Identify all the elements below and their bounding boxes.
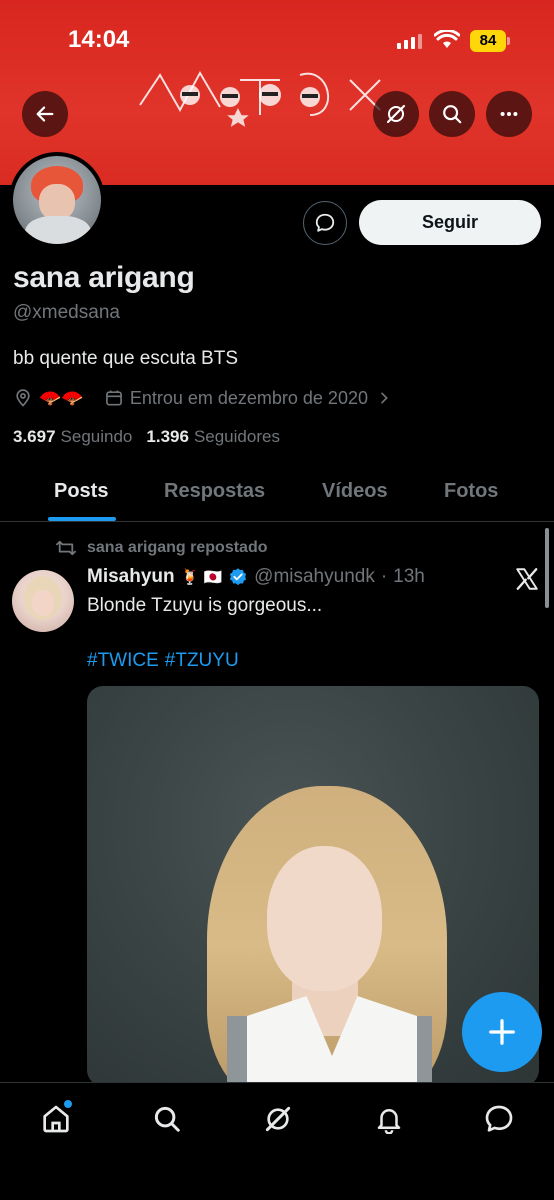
grok-icon xyxy=(265,1106,291,1132)
followers-label: Seguidores xyxy=(193,427,280,446)
hashtag-link[interactable]: #TZUYU xyxy=(165,650,239,672)
profile-bio: bb quente que escuta BTS xyxy=(13,348,238,369)
bottom-navigation xyxy=(0,1082,554,1200)
profile-handle: @xmedsana xyxy=(13,302,120,323)
calendar-icon xyxy=(105,390,122,406)
location-text: 🪭🪭 xyxy=(39,387,84,408)
tab-photos[interactable]: Fotos xyxy=(444,480,498,503)
cellular-signal-icon xyxy=(397,34,422,49)
post-text: Blonde Tzuyu is gorgeous... xyxy=(87,595,323,616)
arrow-left-icon xyxy=(36,106,54,122)
notification-dot xyxy=(63,1099,73,1109)
banner-artwork xyxy=(139,70,381,127)
nav-messages[interactable] xyxy=(479,1099,519,1139)
verified-badge-icon xyxy=(230,568,247,586)
status-bar: 14:04 84 xyxy=(0,0,554,60)
message-bubble-icon xyxy=(315,213,335,232)
message-icon xyxy=(485,1105,513,1132)
status-time: 14:04 xyxy=(68,26,130,53)
nav-search[interactable] xyxy=(147,1099,187,1139)
repost-label: sana arigang repostado xyxy=(87,539,268,556)
nav-grok[interactable] xyxy=(258,1099,298,1139)
post-timestamp[interactable]: 13h xyxy=(393,566,425,588)
more-horizontal-icon xyxy=(500,111,518,117)
profile-meta: 🪭🪭 Entrou em dezembro de 2020 xyxy=(13,385,392,411)
nav-home[interactable] xyxy=(36,1099,76,1139)
profile-tabs: Posts Respostas Vídeos Fotos xyxy=(0,462,554,522)
followers-count: 1.396 xyxy=(146,427,189,446)
battery-indicator: 84 xyxy=(470,30,510,52)
grok-icon xyxy=(386,104,406,124)
repost-indicator: sana arigang repostado xyxy=(55,539,268,557)
following-label: Seguindo xyxy=(60,427,133,446)
post-author-avatar[interactable] xyxy=(12,570,74,632)
follow-button[interactable]: Seguir xyxy=(359,200,541,245)
following-link[interactable]: 3.697 Seguindo xyxy=(13,427,132,447)
tab-posts[interactable]: Posts xyxy=(54,480,108,503)
back-button[interactable] xyxy=(22,91,68,137)
x-logo-icon[interactable] xyxy=(514,566,540,592)
author-emoji: 🍹 🇯🇵 xyxy=(180,569,223,586)
post-hashtags: #TWICE #TZUYU xyxy=(87,650,239,672)
post-separator: · xyxy=(380,566,388,587)
profile-banner[interactable]: 14:04 84 xyxy=(0,0,554,185)
search-icon xyxy=(154,1106,180,1132)
scrollbar[interactable] xyxy=(545,528,549,608)
active-tab-indicator xyxy=(48,517,116,521)
nav-notifications[interactable] xyxy=(369,1099,409,1139)
tab-replies[interactable]: Respostas xyxy=(164,480,265,503)
compose-button[interactable] xyxy=(462,992,542,1072)
chevron-right-icon[interactable] xyxy=(376,390,392,406)
repost-icon xyxy=(56,540,76,556)
search-button[interactable] xyxy=(429,91,475,137)
bell-icon xyxy=(377,1109,401,1134)
tab-videos[interactable]: Vídeos xyxy=(322,480,388,503)
wifi-icon xyxy=(434,30,460,48)
post-author-name[interactable]: Misahyun xyxy=(87,566,175,588)
profile-name: sana arigang xyxy=(13,261,195,294)
location-pin-icon xyxy=(16,389,30,407)
hashtag-link[interactable]: #TWICE xyxy=(87,650,159,672)
grok-button[interactable] xyxy=(373,91,419,137)
search-icon xyxy=(443,105,462,124)
following-count: 3.697 xyxy=(13,427,56,446)
profile-avatar[interactable] xyxy=(9,152,105,248)
message-button[interactable] xyxy=(303,201,347,245)
post-header: Misahyun 🍹 🇯🇵 @misahyundk · 13h xyxy=(87,566,425,588)
profile-stats: 3.697 Seguindo 1.396 Seguidores xyxy=(13,427,280,447)
followers-link[interactable]: 1.396 Seguidores xyxy=(146,427,280,447)
post-author-handle[interactable]: @misahyundk xyxy=(254,566,375,588)
plus-icon xyxy=(489,1019,515,1045)
joined-date: Entrou em dezembro de 2020 xyxy=(129,387,368,408)
more-button[interactable] xyxy=(486,91,532,137)
